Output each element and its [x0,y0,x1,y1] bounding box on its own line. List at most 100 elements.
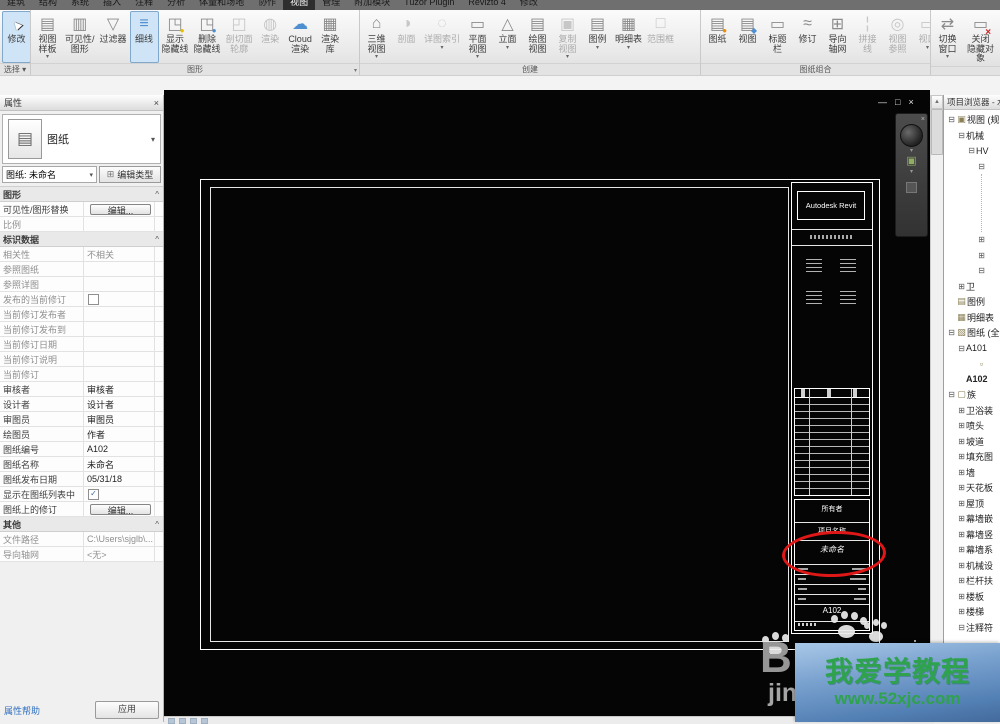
steering-wheel-icon[interactable] [900,124,923,147]
remove-hidden-lines-button[interactable]: ◳● 删除 隐藏线 [192,11,223,63]
tree-item-curtain-mullions[interactable]: ⊞幕墙竖 [944,527,1000,543]
tree-item-walls[interactable]: ⊞墙 [944,465,1000,481]
type-selector[interactable]: ▤ 图纸 ▾ [2,114,161,164]
thin-lines-button[interactable]: ≡ 细线 [130,11,159,63]
viewports-button[interactable]: ▭ 视口 ▾ [913,11,931,63]
scope-box-button[interactable]: □ 范围框 [645,11,676,63]
tree-item-plumbing[interactable]: ⊞卫 [944,279,1000,295]
section-other[interactable]: 其他^ [0,517,163,532]
expand-icon[interactable]: ⊞ [957,406,966,415]
tab-architecture[interactable]: 建筑 [0,0,32,10]
tree-item[interactable]: ⊟ [944,159,1000,175]
collapse-icon[interactable]: ⊟ [957,344,966,353]
tab-tuzor-plugin[interactable]: Tuzor Plugin [397,0,461,10]
tree-item-railings[interactable]: ⊞栏杆扶 [944,573,1000,589]
chevron-down-icon[interactable]: ▾ [910,147,913,155]
property-value[interactable]: 设计者 [83,397,154,411]
collapse-icon[interactable]: ⊟ [947,390,956,399]
expand-icon[interactable]: ⊞ [977,235,986,244]
chevron-down-icon[interactable]: ▾ [151,135,155,144]
drafting-view-button[interactable]: ▤ 绘图 视图 [523,11,552,63]
tree-item-legends[interactable]: ▤图例 [944,294,1000,310]
tree-item-roofs[interactable]: ⊞屋顶 [944,496,1000,512]
tree-item-plumbing-fixtures[interactable]: ⊞卫浴装 [944,403,1000,419]
tab-massing-site[interactable]: 体量和场地 [192,0,251,10]
tab-manage[interactable]: 管理 [315,0,347,10]
collapse-icon[interactable]: ⊟ [967,146,976,155]
section-button[interactable]: ◑ 剖面 [392,11,421,63]
3d-view-button[interactable]: ⌂ 三维 视图 ▾ [362,11,391,63]
collapse-icon[interactable]: ⊟ [957,131,966,140]
section-graphics[interactable]: 图形^ [0,187,163,202]
tree-item-curtain-panels[interactable]: ⊞幕墙嵌 [944,511,1000,527]
expand-icon[interactable]: ⊞ [957,452,966,461]
tab-addins[interactable]: 附加模块 [347,0,397,10]
expand-icon[interactable]: ⊞ [957,468,966,477]
tree-item-mechanical-equipment[interactable]: ⊞机械设 [944,558,1000,574]
close-icon[interactable]: × [908,97,913,107]
tree-item[interactable]: ⊞ [944,232,1000,248]
render-gallery-button[interactable]: ▦ 渲染 库 [316,11,345,63]
checkbox-checked[interactable]: ✓ [88,489,99,500]
property-value[interactable]: 审图员 [83,412,154,426]
property-value[interactable] [83,217,154,231]
render-in-cloud-button[interactable]: ☁ Cloud 渲染 [286,11,315,63]
scrollbar-thumb[interactable] [931,109,943,155]
tree-item-floors[interactable]: ⊞楼板 [944,589,1000,605]
sheet-button[interactable]: ▤● 图纸 [703,11,732,63]
tree-item-hvac[interactable]: ⊟HV [944,143,1000,159]
collapse-icon[interactable]: ⊟ [977,162,986,171]
expand-icon[interactable]: ⊞ [957,530,966,539]
property-value[interactable]: 未命名 [83,457,154,471]
callout-button[interactable]: ◌ 详图索引 ▾ [422,11,462,63]
close-icon[interactable]: × [921,116,925,123]
visibility-graphics-button[interactable]: ▥ 可见性/ 图形 [63,11,97,63]
tab-systems[interactable]: 系统 [64,0,96,10]
revisions-edit-button[interactable]: 编辑... [90,504,151,515]
tree-item-annotation-symbols[interactable]: ⊟注释符 [944,620,1000,636]
view-reference-button[interactable]: ◎ 视图 参照 [883,11,912,63]
show-hidden-lines-button[interactable]: ◳● 显示 隐藏线 [160,11,191,63]
expand-icon[interactable]: ⊞ [957,483,966,492]
expand-icon[interactable]: ⊞ [957,499,966,508]
tree-item-sprinklers[interactable]: ⊞喷头 [944,418,1000,434]
expand-icon[interactable]: ⊞ [957,545,966,554]
checkbox[interactable] [88,294,99,305]
collapse-icon[interactable]: ⊟ [957,623,966,632]
section-identity-data[interactable]: 标识数据^ [0,232,163,247]
expand-icon[interactable]: ⊞ [957,561,966,570]
render-button[interactable]: ◍ 渲染 [256,11,285,63]
expand-icon[interactable]: ⊞ [957,592,966,601]
dialog-launcher-icon[interactable]: ▾ [354,67,357,74]
edit-type-button[interactable]: ⊞ 编辑类型 [99,166,161,183]
expand-icon[interactable]: ⊞ [957,437,966,446]
tree-item[interactable]: ⊟ [944,263,1000,279]
tree-item[interactable]: ▫ [944,356,1000,372]
tree-item-curtain-systems[interactable]: ⊞幕墙系 [944,542,1000,558]
instance-selector[interactable]: 图纸: 未命名 ▾ [2,166,97,183]
apply-button[interactable]: 应用 [95,701,159,719]
property-value[interactable]: A102 [83,442,154,456]
view-template-button[interactable]: ▤ 视图 样板 ▾ [33,11,62,63]
tree-item-views[interactable]: ⊟▣视图 (规 [944,112,1000,128]
tree-item-sheet-a102[interactable]: A102 [944,372,1000,388]
restore-icon[interactable]: □ [895,97,900,107]
expand-icon[interactable]: ⊞ [957,421,966,430]
tree-item-ramps[interactable]: ⊞坡道 [944,434,1000,450]
filter-button[interactable]: ▽ 过滤器 [98,11,129,63]
tab-collaborate[interactable]: 协作 [251,0,283,10]
property-value[interactable]: 作者 [83,427,154,441]
tab-structure[interactable]: 结构 [32,0,64,10]
properties-help-link[interactable]: 属性帮助 [4,704,40,717]
tree-item[interactable]: ⊞ [944,248,1000,264]
tab-annotate[interactable]: 注释 [128,0,160,10]
tree-item-schedules[interactable]: ▦明细表 [944,310,1000,326]
plan-views-button[interactable]: ▭ 平面 视图 ▾ [463,11,492,63]
modify-button[interactable]: ▲ 修改 [2,11,31,63]
detail-level-icon[interactable] [179,718,186,724]
guide-grid-button[interactable]: ⊞ 导向 轴网 [823,11,852,63]
expand-icon[interactable]: ⊞ [957,514,966,523]
collapse-icon[interactable]: ⊟ [947,115,956,124]
tab-view[interactable]: 视图 [283,0,315,10]
visibility-edit-button[interactable]: 编辑... [90,204,151,215]
